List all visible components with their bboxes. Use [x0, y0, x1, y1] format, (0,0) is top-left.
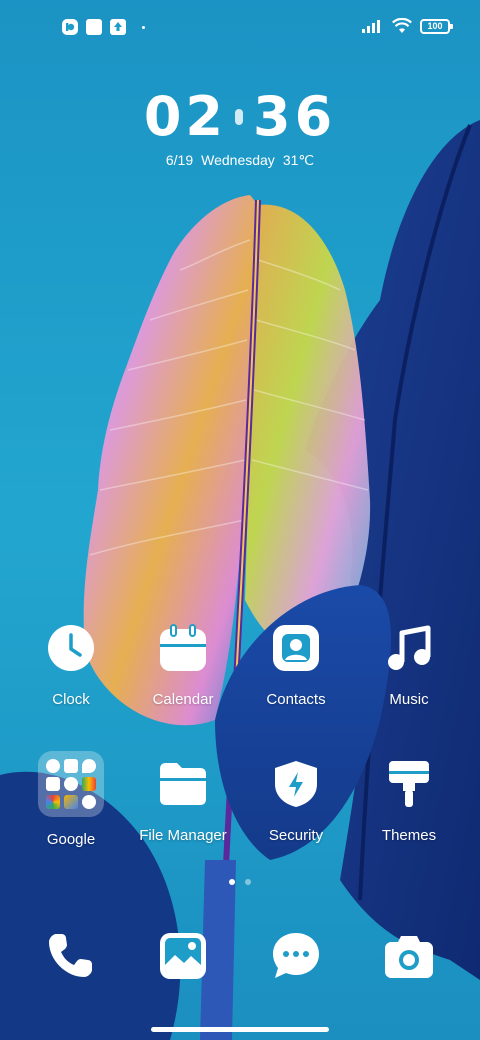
app-notification-icon [62, 19, 78, 35]
weekday-text: Wednesday [201, 152, 275, 168]
app-label-calendar: Calendar [152, 691, 214, 708]
time-hours: 02 [143, 85, 227, 148]
time-display: 02 36 [144, 88, 336, 146]
app-clock[interactable]: Clock [16, 624, 126, 708]
photos-mini-icon [46, 795, 60, 809]
app-security[interactable]: Security [241, 760, 351, 844]
app-calendar[interactable]: Calendar [128, 624, 238, 708]
music-note-icon [388, 625, 431, 670]
clock-icon [48, 625, 94, 671]
app-themes[interactable]: Themes [354, 760, 464, 844]
contacts-icon [273, 625, 319, 671]
more-notifications-icon [142, 25, 145, 29]
battery-icon: 100 [420, 18, 453, 34]
gmail-mini-icon [64, 759, 78, 773]
dock-camera[interactable] [383, 930, 435, 982]
app-folder-google[interactable]: Google [16, 751, 126, 848]
dock-gallery[interactable] [157, 930, 209, 982]
shield-bolt-icon [275, 761, 317, 807]
date-weather-row: 6/19 Wednesday 31℃ [0, 152, 480, 169]
app-contacts[interactable]: Contacts [241, 624, 351, 708]
battery-level: 100 [427, 20, 443, 31]
upload-notification-icon [110, 19, 126, 35]
meet-mini-icon [64, 777, 78, 791]
calendar-icon [160, 624, 206, 671]
signal-icon [362, 20, 380, 33]
app-label-music: Music [389, 691, 429, 708]
clock-widget[interactable]: 02 36 6/19 Wednesday 31℃ [0, 88, 480, 169]
temperature-text: 31℃ [282, 152, 315, 168]
time-minutes: 36 [253, 85, 337, 148]
app-label-themes: Themes [381, 827, 437, 844]
camera-icon [385, 936, 433, 978]
maps-mini-icon [82, 759, 96, 773]
home-gesture-bar[interactable] [151, 1027, 329, 1032]
page-dot-active [229, 879, 235, 885]
dock-messages[interactable] [270, 930, 322, 982]
page-indicator [0, 879, 480, 885]
app-music[interactable]: Music [354, 624, 464, 708]
chrome-mini-icon [46, 759, 60, 773]
dock-phone[interactable] [44, 930, 96, 982]
app-label-google: Google [46, 831, 96, 848]
notification-icons [62, 19, 145, 35]
app-label-security: Security [268, 827, 324, 844]
app-file-manager[interactable]: File Manager [128, 760, 238, 844]
system-icons: 100 [362, 18, 453, 34]
app-label-clock: Clock [52, 691, 90, 708]
wifi-icon [392, 18, 412, 33]
page-dot[interactable] [245, 879, 251, 885]
phone-icon [49, 934, 92, 977]
gallery-icon [160, 933, 206, 979]
time-separator [235, 109, 243, 125]
paint-roller-icon [389, 761, 429, 807]
folder-icon [38, 751, 104, 817]
messages-icon [273, 933, 319, 978]
youtube-mini-icon [46, 777, 60, 791]
status-bar: 100 [0, 0, 480, 56]
gallery-mini-icon [64, 795, 78, 809]
date-text: 6/19 [165, 152, 194, 168]
drive-mini-icon [82, 777, 96, 791]
square-notification-icon [86, 19, 102, 35]
app-label-file-manager: File Manager [139, 827, 227, 844]
app-label-contacts: Contacts [266, 691, 326, 708]
assistant-mini-icon [82, 795, 96, 809]
folder-icon [160, 763, 206, 805]
